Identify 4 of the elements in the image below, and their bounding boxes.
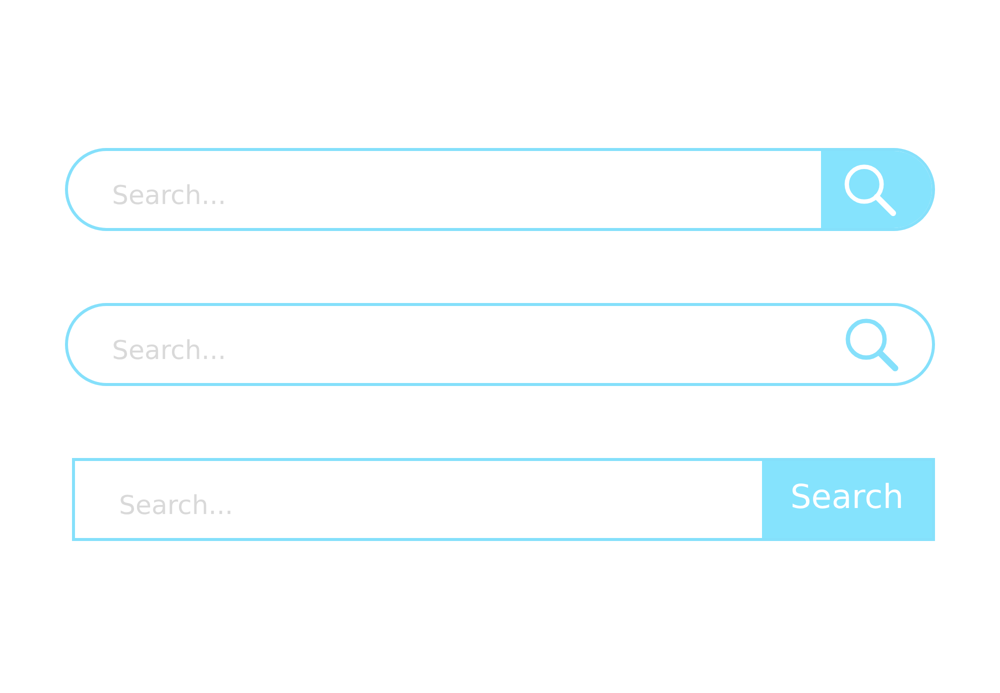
search-button[interactable]: Search [762,461,932,538]
search-button[interactable] [821,151,932,228]
search-icon [842,162,898,218]
search-icon[interactable] [844,316,900,372]
